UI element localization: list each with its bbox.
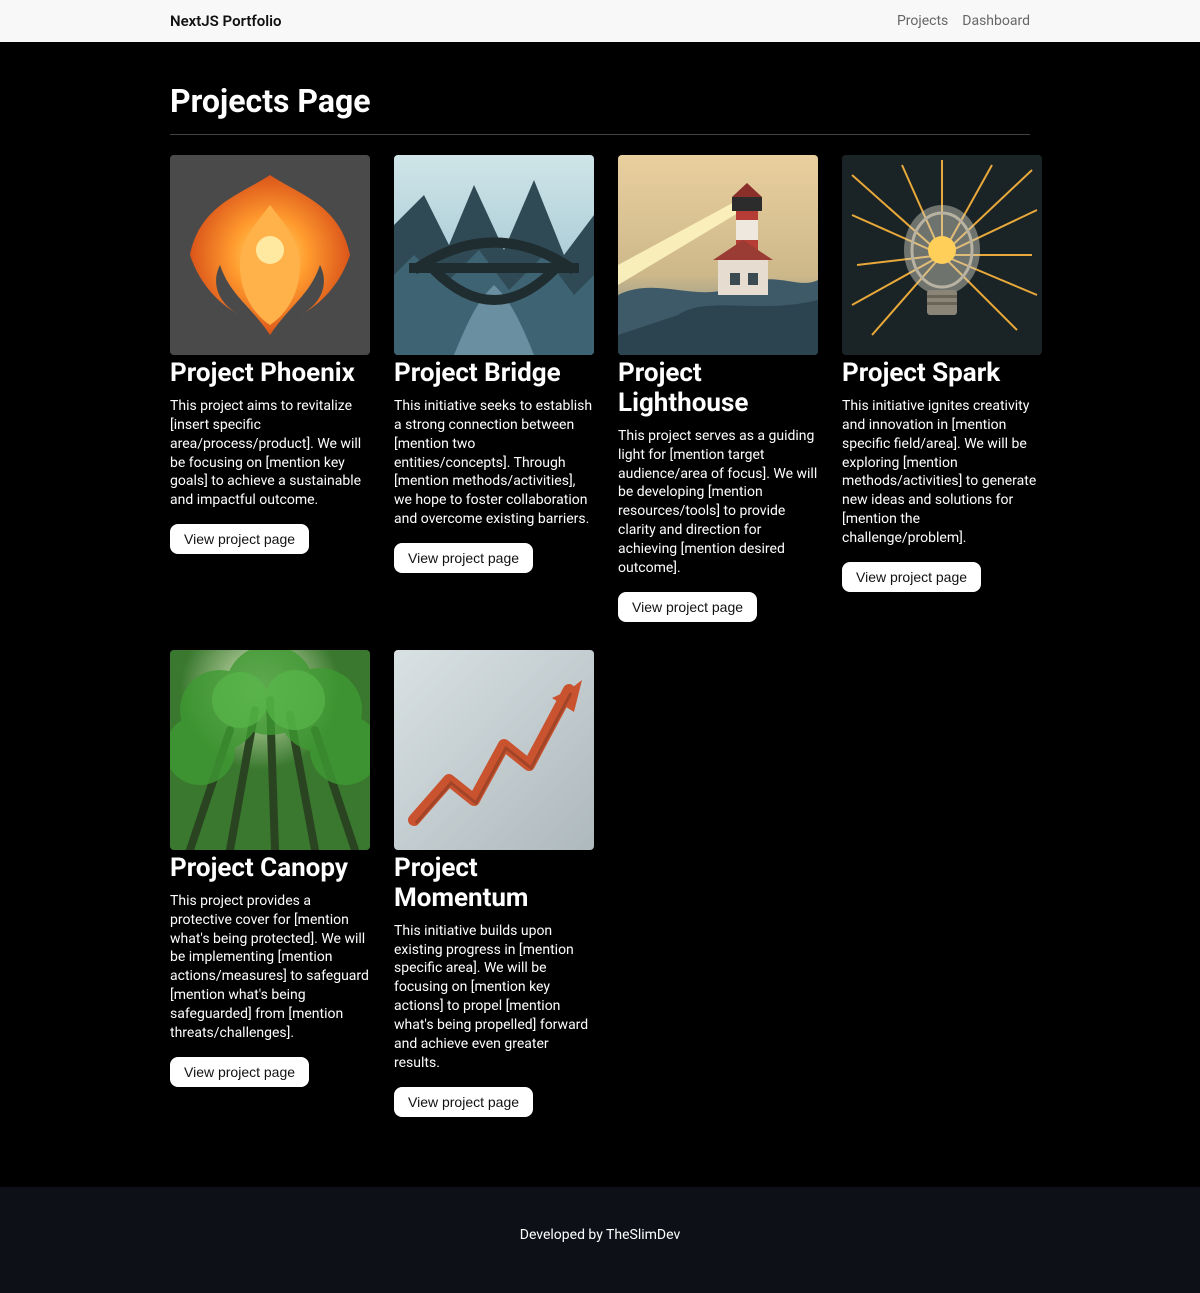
project-title: Project Momentum bbox=[394, 854, 594, 914]
footer: Developed by TheSlimDev bbox=[0, 1187, 1200, 1293]
project-card: Project Lighthouse This project serves a… bbox=[618, 155, 818, 622]
project-description: This initiative builds upon existing pro… bbox=[394, 922, 594, 1073]
project-thumbnail bbox=[170, 650, 370, 850]
spark-icon bbox=[842, 155, 1042, 355]
momentum-icon bbox=[394, 650, 594, 850]
project-description: This initiative ignites creativity and i… bbox=[842, 397, 1042, 548]
project-card: Project Canopy This project provides a p… bbox=[170, 650, 370, 1117]
nav-link-projects[interactable]: Projects bbox=[897, 13, 948, 29]
project-thumbnail bbox=[618, 155, 818, 355]
view-project-button[interactable]: View project page bbox=[170, 524, 309, 554]
project-thumbnail bbox=[170, 155, 370, 355]
view-project-button[interactable]: View project page bbox=[842, 562, 981, 592]
nav-links: Projects Dashboard bbox=[897, 13, 1030, 29]
projects-grid: Project Phoenix This project aims to rev… bbox=[170, 155, 1030, 1117]
project-title: Project Spark bbox=[842, 359, 1000, 389]
view-project-button[interactable]: View project page bbox=[170, 1057, 309, 1087]
project-title: Project Lighthouse bbox=[618, 359, 818, 419]
main-content: Projects Page Project Phoenix Thi bbox=[0, 42, 1200, 1187]
project-title: Project Phoenix bbox=[170, 359, 355, 389]
project-thumbnail bbox=[394, 155, 594, 355]
header-bar: NextJS Portfolio Projects Dashboard bbox=[0, 0, 1200, 42]
view-project-button[interactable]: View project page bbox=[394, 1087, 533, 1117]
title-divider bbox=[170, 134, 1030, 135]
project-thumbnail bbox=[394, 650, 594, 850]
bridge-icon bbox=[394, 155, 594, 355]
brand-title[interactable]: NextJS Portfolio bbox=[170, 12, 281, 30]
view-project-button[interactable]: View project page bbox=[394, 543, 533, 573]
lighthouse-icon bbox=[618, 155, 818, 355]
footer-text: Developed by TheSlimDev bbox=[520, 1227, 680, 1243]
project-card: Project Phoenix This project aims to rev… bbox=[170, 155, 370, 622]
view-project-button[interactable]: View project page bbox=[618, 592, 757, 622]
nav-link-dashboard[interactable]: Dashboard bbox=[962, 13, 1030, 29]
page-title: Projects Page bbox=[170, 82, 1030, 120]
project-title: Project Canopy bbox=[170, 854, 348, 884]
project-description: This project aims to revitalize [insert … bbox=[170, 397, 370, 510]
project-card: Project Spark This initiative ignites cr… bbox=[842, 155, 1042, 622]
project-card: Project Bridge This initiative seeks to … bbox=[394, 155, 594, 622]
project-card: Project Momentum This initiative builds … bbox=[394, 650, 594, 1117]
project-description: This initiative seeks to establish a str… bbox=[394, 397, 594, 529]
project-thumbnail bbox=[842, 155, 1042, 355]
project-description: This project provides a protective cover… bbox=[170, 892, 370, 1043]
phoenix-icon bbox=[170, 155, 370, 355]
project-title: Project Bridge bbox=[394, 359, 561, 389]
project-description: This project serves as a guiding light f… bbox=[618, 427, 818, 578]
canopy-icon bbox=[170, 650, 370, 850]
